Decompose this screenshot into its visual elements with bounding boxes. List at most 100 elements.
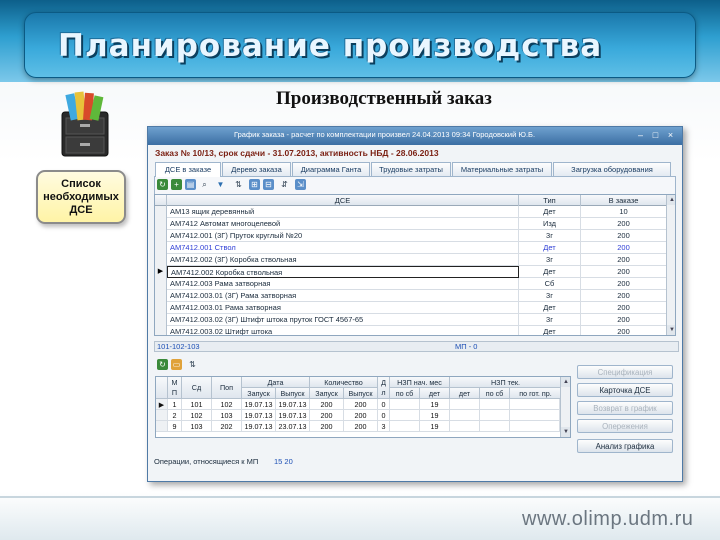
col-nzp-det[interactable]: дет [420, 388, 450, 399]
search-icon[interactable]: ⌕ [199, 179, 210, 190]
col-qty-start[interactable]: Запуск [310, 388, 344, 399]
scroll-down-icon[interactable]: ▼ [667, 325, 675, 335]
col-nzp-sb[interactable]: по сб [390, 388, 420, 399]
row-selector[interactable] [155, 302, 167, 314]
sort-icon[interactable]: ⇅ [233, 179, 244, 190]
ops-cell-mp: 1 [168, 399, 182, 410]
table-row[interactable]: АМ7412.003.02 Штифт штока Дет 200 [155, 326, 675, 335]
row-selector[interactable] [156, 421, 168, 432]
table-row[interactable]: АМ7412.003.01 Рама затворная Дет 200 [155, 302, 675, 314]
print-icon[interactable]: ▤ [185, 179, 196, 190]
ops-scrollbar[interactable]: ▲ ▼ [560, 377, 570, 437]
tab-order-tree[interactable]: Дерево заказа [222, 162, 291, 176]
filter-icon[interactable]: ▼ [215, 179, 226, 190]
col-dl[interactable]: Д л [378, 377, 390, 399]
table-row[interactable]: ▶ АМ7412.002 Коробка ствольная Дет 200 [155, 266, 675, 278]
table-row[interactable]: АМ7412.001 (3Г) Пруток круглый №20 3г 200 [155, 230, 675, 242]
export-icon[interactable]: ⇲ [295, 179, 306, 190]
scroll-up-icon[interactable]: ▲ [667, 195, 675, 205]
table-row[interactable]: АМ7412.002 (3Г) Коробка ствольная 3г 200 [155, 254, 675, 266]
specification-button[interactable]: Спецификация [577, 365, 673, 379]
window-title: График заказа - расчет по комплектации п… [234, 130, 536, 139]
row-selector[interactable]: ▶ [155, 266, 167, 278]
analyze-schedule-button[interactable]: Анализ графика [577, 439, 673, 453]
row-selector[interactable] [155, 326, 167, 335]
table-row[interactable]: АМ7412.003 Рама затворная Сб 200 [155, 278, 675, 290]
table-row[interactable]: АМ13 ящик деревянный Дет 10 [155, 206, 675, 218]
row-selector-header [155, 195, 167, 206]
tab-labor-costs[interactable]: Трудовые затраты [371, 162, 451, 176]
row-selector[interactable] [155, 206, 167, 218]
cell-type: 3г [519, 290, 581, 302]
cell-qty: 10 [581, 206, 667, 218]
col-dse[interactable]: ДСЕ [167, 195, 519, 206]
col-type[interactable]: Тип [519, 195, 581, 206]
ops-cell-nzp_sb1 [390, 421, 420, 432]
refresh-icon[interactable]: ↻ [157, 179, 168, 190]
operations-footer: Операции, относящиеся к МП 15 20 [154, 456, 679, 468]
minimize-button[interactable]: – [634, 129, 647, 141]
slide-title: Планирование производства [58, 28, 603, 64]
cell-dse: АМ7412.003.02 Штифт штока [167, 326, 519, 335]
cell-dse: АМ7412.003.01 Рама затворная [167, 302, 519, 314]
scroll-up-icon[interactable]: ▲ [561, 377, 570, 387]
dse-scrollbar[interactable]: ▲ ▼ [666, 195, 675, 335]
cell-qty: 200 [581, 254, 667, 266]
col-nzp-tek-det[interactable]: дет [450, 388, 480, 399]
cell-dse: АМ7412.002 Коробка ствольная [167, 266, 519, 278]
scroll-down-icon[interactable]: ▼ [561, 427, 570, 437]
cell-dse: АМ7412.002 (3Г) Коробка ствольная [167, 254, 519, 266]
schedule-window: График заказа - расчет по комплектации п… [147, 126, 683, 482]
ops-cell-nzp_det2 [450, 399, 480, 410]
col-qty-release[interactable]: Выпуск [344, 388, 378, 399]
ops-sort-icon[interactable]: ⇅ [187, 359, 198, 370]
refresh-ops-icon[interactable]: ↻ [157, 359, 168, 370]
return-to-schedule-button[interactable]: Возврат в график [577, 401, 673, 415]
row-selector[interactable] [155, 254, 167, 266]
cell-qty: 200 [581, 242, 667, 254]
ops-cell-nzp_det2 [450, 421, 480, 432]
ops-cell-mp: 2 [168, 410, 182, 421]
row-selector[interactable] [155, 242, 167, 254]
status-code: 101-102-103 [157, 342, 200, 351]
col-mp[interactable]: М П [168, 377, 182, 399]
col-date-start[interactable]: Запуск [242, 388, 276, 399]
col-date-release[interactable]: Выпуск [276, 388, 310, 399]
col-nzp-tek-gp[interactable]: по гот. пр. [510, 388, 562, 399]
col-pop[interactable]: Поп [212, 377, 242, 399]
ops-cell-release: 19.07.13 [276, 410, 310, 421]
table-row[interactable]: АМ7412.001 Ствол Дет 200 [155, 242, 675, 254]
tab-gantt[interactable]: Диаграмма Ганта [292, 162, 370, 176]
col-qty[interactable]: В заказе [581, 195, 667, 206]
table-row[interactable]: АМ7412 Автомат многоцелевой Изд 200 [155, 218, 675, 230]
ops-cell-release: 23.07.13 [276, 421, 310, 432]
row-selector[interactable] [155, 278, 167, 290]
dse-card-button[interactable]: Карточка ДСЕ [577, 383, 673, 397]
ops-cell-start: 19.07.13 [242, 399, 276, 410]
collapse-icon[interactable]: ⊟ [263, 179, 274, 190]
row-selector[interactable] [155, 314, 167, 326]
row-selector[interactable] [155, 218, 167, 230]
advances-button[interactable]: Опережения [577, 419, 673, 433]
col-sd[interactable]: Сд [182, 377, 212, 399]
table-row[interactable]: АМ7412.003.02 (3Г) Штифт штока пруток ГО… [155, 314, 675, 326]
row-selector[interactable]: ▶ [156, 399, 168, 410]
col-nzp-tek-sb[interactable]: по сб [480, 388, 510, 399]
row-selector[interactable] [156, 410, 168, 421]
tab-dse-in-order[interactable]: ДСЕ в заказе [155, 162, 221, 177]
ops-cell-nzp_det2 [450, 410, 480, 421]
close-button[interactable]: × [664, 129, 677, 141]
add-icon[interactable]: + [171, 179, 182, 190]
tab-material-costs[interactable]: Материальные затраты [452, 162, 552, 176]
maximize-button[interactable]: □ [649, 129, 662, 141]
table-row[interactable]: АМ7412.003.01 (3Г) Рама затворная 3г 200 [155, 290, 675, 302]
tab-equipment-load[interactable]: Загрузка оборудования [553, 162, 671, 176]
tree-sort-icon[interactable]: ⇵ [279, 179, 290, 190]
ops-cell-dl: 0 [378, 399, 390, 410]
folder-icon[interactable]: ▭ [171, 359, 182, 370]
row-selector[interactable] [155, 290, 167, 302]
cell-type: Дет [519, 302, 581, 314]
expand-icon[interactable]: ⊞ [249, 179, 260, 190]
ops-cell-nzp_sb2 [480, 421, 510, 432]
row-selector[interactable] [155, 230, 167, 242]
